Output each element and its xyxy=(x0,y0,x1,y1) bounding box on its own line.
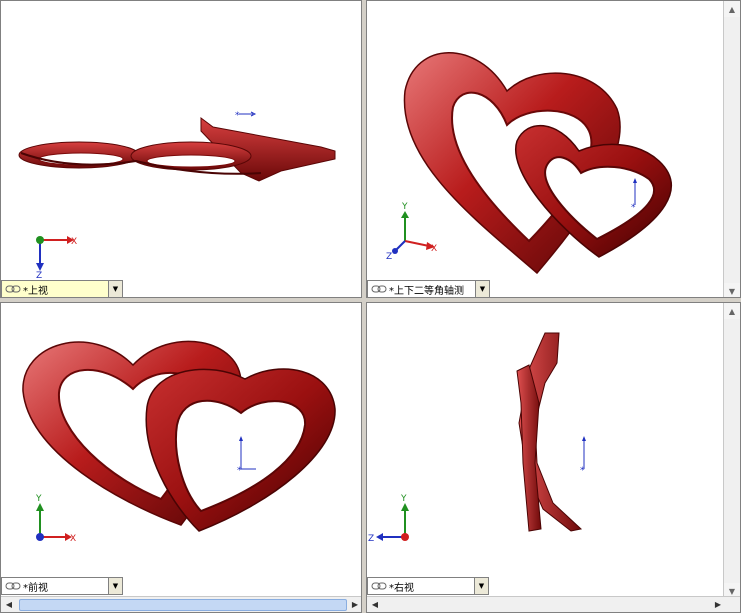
scroll-left-icon[interactable]: ◀ xyxy=(367,597,383,612)
triad-top: X Z xyxy=(36,236,77,281)
horizontal-scrollbar[interactable]: ◀ ▶ xyxy=(367,596,740,612)
axis-z-label: Z xyxy=(368,534,374,544)
view-name-top: *上视 xyxy=(23,285,48,297)
scroll-left-icon[interactable]: ◀ xyxy=(1,597,17,612)
triad-isometric: Y X Z xyxy=(386,202,437,262)
view-name-right: *右视 xyxy=(389,582,414,594)
link-icon xyxy=(5,582,21,590)
axis-y-label: Y xyxy=(401,202,408,212)
chevron-down-icon[interactable]: ▼ xyxy=(108,578,122,594)
vertical-scrollbar[interactable]: ▲ ▼ xyxy=(723,1,740,297)
viewport-top[interactable]: * X Z *上视 ▼ xyxy=(0,0,362,298)
horizontal-scrollbar[interactable]: ◀ ▶ xyxy=(1,596,361,612)
axis-z-label: Z xyxy=(386,252,392,262)
viewport-isometric[interactable]: * Y X Z *上下二等角轴测 ▼ ▲ ▼ xyxy=(366,0,741,298)
chevron-down-icon[interactable]: ▼ xyxy=(108,281,122,297)
link-icon xyxy=(371,285,387,293)
axis-y-label: Y xyxy=(400,494,407,504)
axis-x-label: X xyxy=(71,237,77,247)
scroll-right-icon[interactable]: ▶ xyxy=(347,597,361,612)
viewport-right[interactable]: * Y Z *右视 ▼ ▲ ▼ ◀ ▶ xyxy=(366,302,741,613)
link-icon xyxy=(371,582,387,590)
view-selector-right[interactable]: *右视 ▼ xyxy=(367,577,489,595)
scroll-up-icon[interactable]: ▲ xyxy=(724,303,740,319)
axis-x-label: X xyxy=(70,534,76,544)
axis-x-label: X xyxy=(431,244,437,254)
view-selector-front[interactable]: *前视 ▼ xyxy=(1,577,123,595)
triad-right: Y Z xyxy=(368,494,409,544)
chevron-down-icon[interactable]: ▼ xyxy=(475,281,489,297)
vertical-scrollbar[interactable]: ▲ ▼ xyxy=(723,303,740,599)
scroll-thumb[interactable] xyxy=(19,599,347,611)
chevron-down-icon[interactable]: ▼ xyxy=(474,578,488,594)
link-icon xyxy=(5,285,21,293)
view-name-front: *前视 xyxy=(23,582,48,594)
scroll-up-icon[interactable]: ▲ xyxy=(724,1,740,17)
viewport-front[interactable]: * Y X *前视 ▼ ◀ ▶ xyxy=(0,302,362,613)
view-selector-isometric[interactable]: *上下二等角轴测 ▼ xyxy=(367,280,490,297)
view-selector-top[interactable]: *上视 ▼ xyxy=(1,280,123,297)
triad-front: Y X xyxy=(35,494,76,544)
view-name-isometric: *上下二等角轴测 xyxy=(389,285,464,297)
scroll-right-icon[interactable]: ▶ xyxy=(710,597,726,612)
scroll-down-icon[interactable]: ▼ xyxy=(724,283,740,297)
axis-y-label: Y xyxy=(35,494,42,504)
